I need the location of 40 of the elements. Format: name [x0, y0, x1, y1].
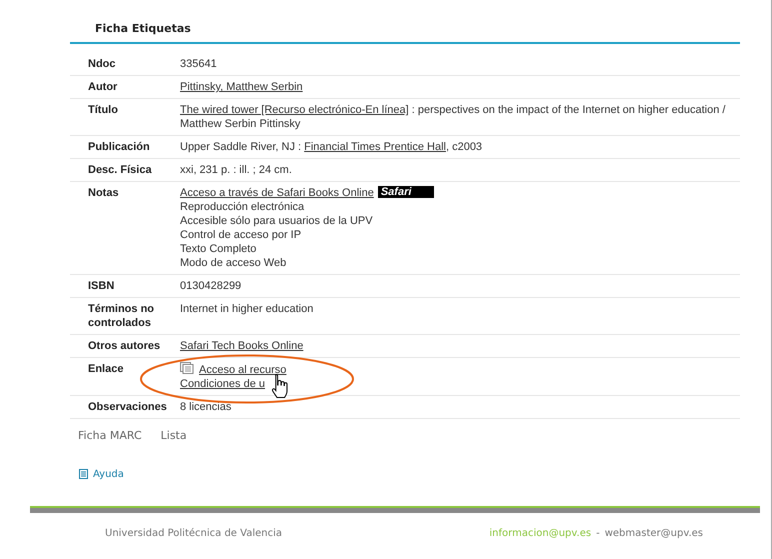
view-link[interactable]: Ficha MARC: [78, 428, 142, 444]
email-link[interactable]: webmaster@upv.es: [604, 526, 703, 540]
record-link[interactable]: Acceso al recurso: [199, 364, 286, 376]
view-link[interactable]: Lista: [160, 428, 187, 444]
field-value: Accesible sólo para usuarios de la UPV: [180, 215, 373, 227]
field-value: xxi, 231 p. : ill. ; 24 cm.: [180, 164, 292, 176]
field-value: Modo de acceso Web: [180, 257, 286, 269]
field-label: Términos no controlados: [87, 302, 156, 330]
record-link[interactable]: Financial Times Prentice Hall: [304, 141, 446, 153]
field-label: Ndoc: [87, 57, 116, 71]
page-title: Ficha Etiquetas: [95, 21, 192, 37]
document-icon: [180, 362, 194, 374]
field-value: Control de acceso por IP: [180, 229, 302, 241]
field-value: Reproducción electrónica: [180, 201, 304, 213]
record-link[interactable]: Pittinsky, Matthew Serbin: [180, 81, 303, 93]
field-value: 0130428299: [180, 280, 242, 292]
field-label: Desc. Física: [87, 163, 153, 177]
field-label: Notas: [87, 186, 120, 201]
record-link[interactable]: The wired tower [Recurso electrónico-En línea]: [180, 104, 409, 116]
field-value: Internet in higher education: [180, 303, 314, 315]
record-link[interactable]: Safari Tech Books Online: [180, 340, 304, 352]
record-link[interactable]: Acceso a través de Safari Books Online: [180, 187, 374, 199]
field-value: Upper Saddle River, NJ : Financial Times Prentice Hall, c2003: [180, 140, 484, 154]
field-label: Publicación: [87, 140, 151, 154]
field-value: The wired tower [Recurso electrónico-En línea] : perspectives on the impact of the Internet on higher education / Matthew Serbin Pittinsky: [180, 103, 726, 131]
safari-logo: Safari: [378, 186, 434, 198]
field-label: Enlace: [87, 362, 124, 377]
record-link[interactable]: Condiciones de u: [180, 378, 266, 390]
field-value: 335641: [180, 58, 217, 70]
field-label: Observaciones: [87, 400, 168, 414]
help-link[interactable]: Ayuda: [93, 466, 124, 482]
separator: -: [596, 526, 600, 540]
field-value: 8 licencias: [180, 401, 232, 413]
field-label: Otros autores: [87, 339, 162, 353]
document-icon: [79, 469, 88, 479]
field-label: ISBN: [87, 279, 116, 293]
field-label: Autor: [87, 80, 118, 94]
university-name: Universidad Politécnica de Valencia: [105, 526, 282, 540]
field-label: Título: [87, 103, 119, 118]
field-value: Texto Completo: [180, 243, 256, 255]
